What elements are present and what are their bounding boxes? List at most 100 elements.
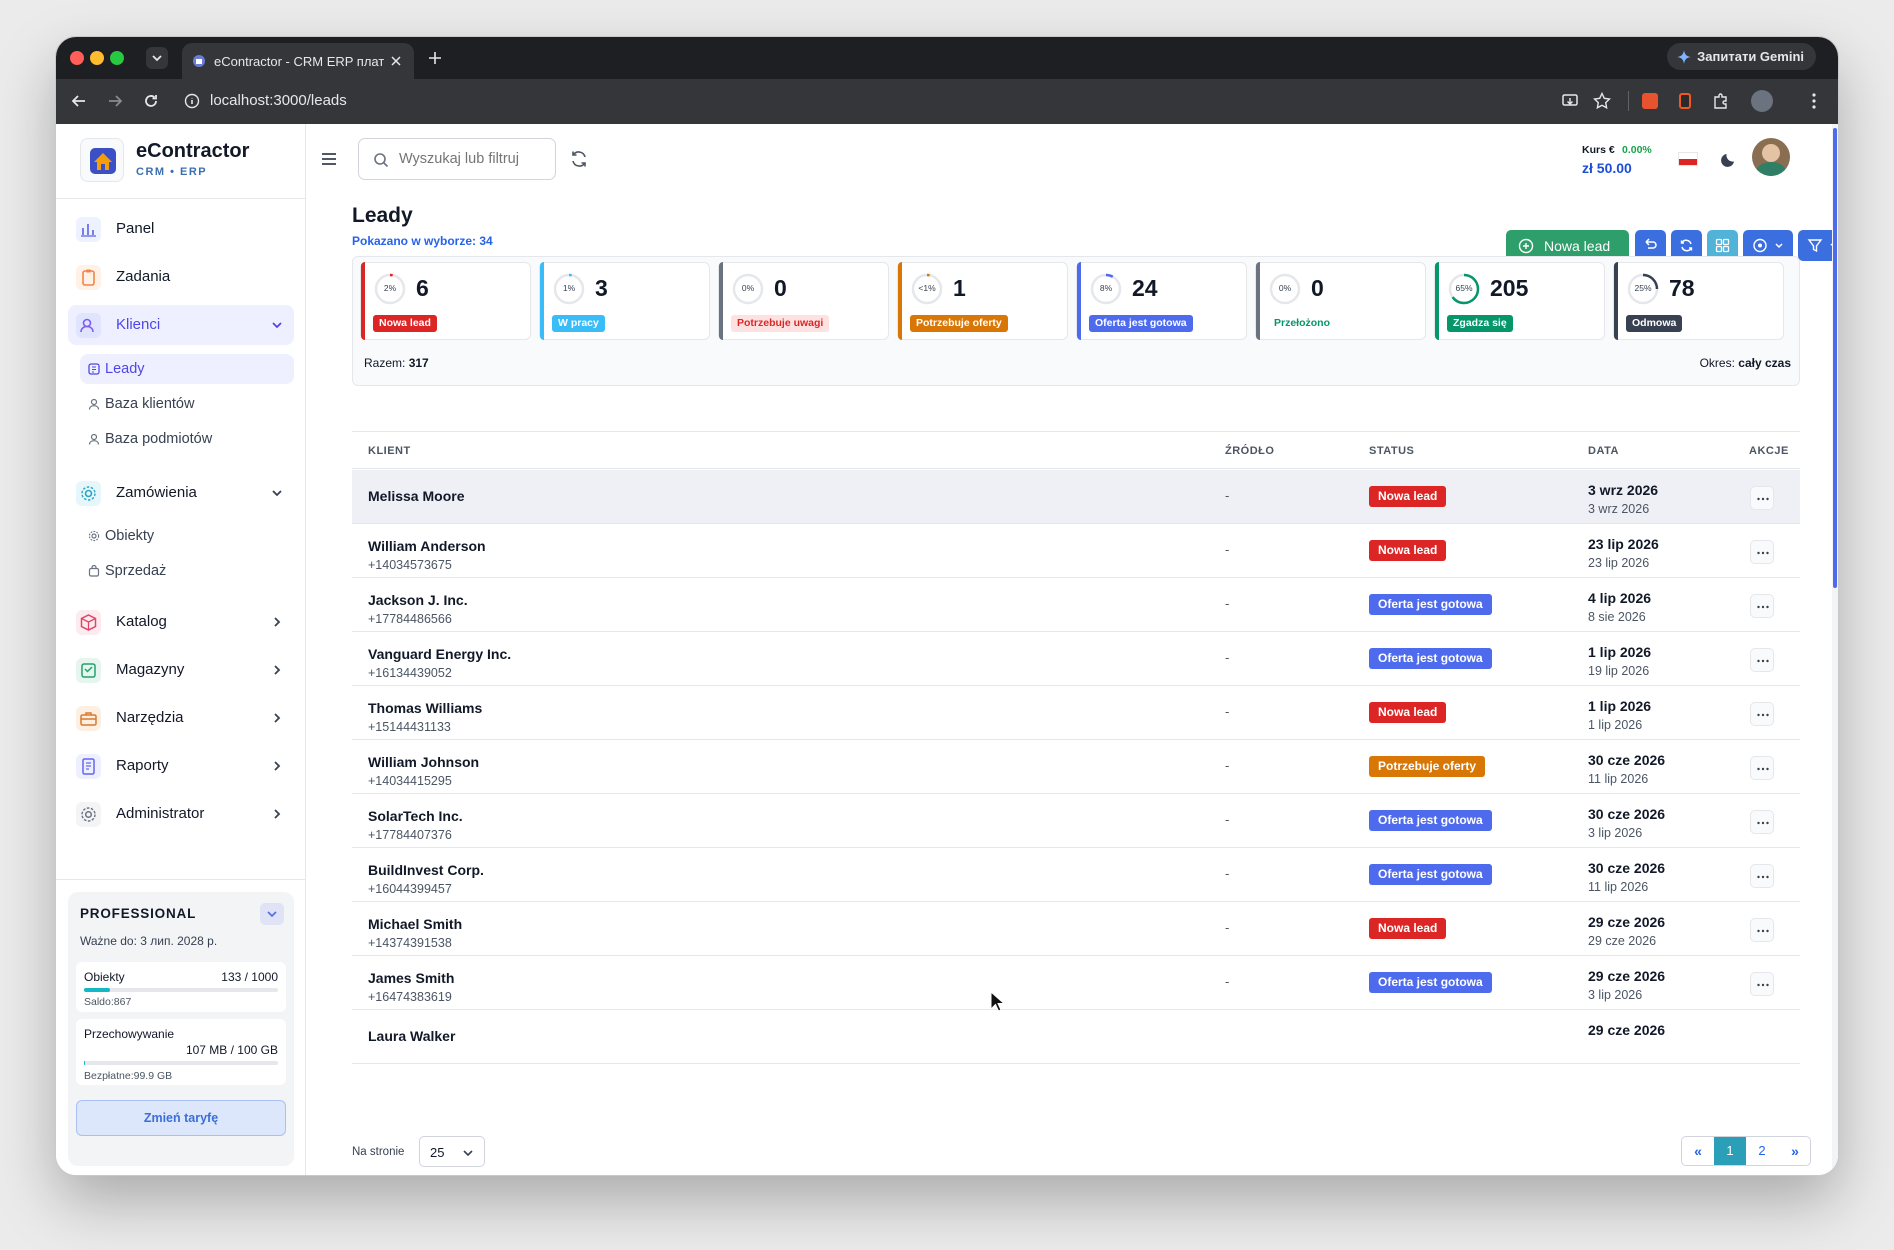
dark-mode-moon-icon[interactable]: [1720, 150, 1738, 168]
hamburger-menu-icon[interactable]: [320, 150, 338, 168]
row-actions-button[interactable]: [1750, 594, 1774, 618]
stat-percent: 8%: [1099, 283, 1113, 293]
minimize-window-button[interactable]: [90, 51, 104, 65]
row-actions-button[interactable]: [1750, 972, 1774, 996]
per-page-label: Na stronie: [352, 1146, 405, 1158]
client-name[interactable]: William Anderson: [368, 538, 486, 554]
site-info-icon[interactable]: [184, 93, 200, 109]
table-row[interactable]: Vanguard Energy Inc. +16134439052 - Oferta …: [352, 632, 1800, 686]
search-box[interactable]: [358, 138, 556, 180]
client-name[interactable]: SolarTech Inc.: [368, 808, 463, 824]
page-button-2[interactable]: 2: [1746, 1137, 1778, 1165]
maximize-window-button[interactable]: [110, 51, 124, 65]
sidebar-item-narzedzia[interactable]: Narzędzia: [68, 698, 294, 738]
browser-tab-bar: eContractor - CRM ERP платф Запитати Gem…: [56, 37, 1838, 79]
sidebar-subitem-obiekty[interactable]: Obiekty: [80, 521, 294, 551]
extension-orange-icon[interactable]: [1642, 93, 1658, 109]
reload-icon[interactable]: [142, 92, 160, 110]
stat-card[interactable]: 8% 24 Oferta jest gotowa: [1076, 262, 1247, 340]
back-icon[interactable]: [70, 92, 88, 110]
client-name[interactable]: Thomas Williams: [368, 700, 482, 716]
scrollbar[interactable]: [1832, 124, 1838, 1175]
sidebar-item-panel[interactable]: Panel: [68, 209, 294, 249]
brand[interactable]: eContractor CRM • ERP: [80, 138, 290, 184]
table-row[interactable]: Michael Smith +14374391538 - Nowa lead 29 cz…: [352, 902, 1800, 956]
currency-rate: Kurs € 0.00% zł 50.00: [1582, 144, 1662, 180]
row-actions-button[interactable]: [1750, 648, 1774, 672]
forward-icon[interactable]: [106, 92, 124, 110]
stat-card[interactable]: <1% 1 Potrzebuje oferty: [897, 262, 1068, 340]
gemini-button[interactable]: Запитати Gemini: [1667, 43, 1816, 70]
browser-tab[interactable]: eContractor - CRM ERP платф: [182, 43, 414, 79]
change-plan-button[interactable]: Zmień taryfę: [76, 1100, 286, 1136]
row-actions-button[interactable]: [1750, 486, 1774, 510]
install-app-icon[interactable]: [1561, 92, 1579, 110]
sidebar-subitem-sprzedaz[interactable]: Sprzedaż: [80, 556, 294, 586]
row-actions-button[interactable]: [1750, 540, 1774, 564]
table-row[interactable]: BuildInvest Corp. +16044399457 - Oferta jes…: [352, 848, 1800, 902]
refresh-icon[interactable]: [568, 148, 590, 170]
sidebar-subitem-baza-klientow[interactable]: Baza klientów: [80, 389, 294, 419]
sidebar-item-katalog[interactable]: Katalog: [68, 602, 294, 642]
stat-card[interactable]: 0% 0 Przełożono: [1255, 262, 1426, 340]
client-name[interactable]: Melissa Moore: [368, 488, 464, 504]
table-row[interactable]: SolarTech Inc. +17784407376 - Oferta jest g…: [352, 794, 1800, 848]
page-button-1[interactable]: 1: [1714, 1137, 1746, 1165]
extensions-puzzle-icon[interactable]: [1712, 92, 1730, 110]
table-row[interactable]: James Smith +16474383619 - Oferta jest goto…: [352, 956, 1800, 1010]
kebab-menu-icon[interactable]: [1812, 93, 1816, 109]
user-avatar[interactable]: [1752, 138, 1790, 176]
table-row[interactable]: William Anderson +14034573675 - Nowa lead 23…: [352, 524, 1800, 578]
sidebar-item-zadania[interactable]: Zadania: [68, 257, 294, 297]
row-actions-button[interactable]: [1750, 864, 1774, 888]
row-actions-button[interactable]: [1750, 756, 1774, 780]
row-actions-button[interactable]: [1750, 810, 1774, 834]
row-actions-button[interactable]: [1750, 918, 1774, 942]
column-header-zrodlo[interactable]: ŹRÓDŁO: [1225, 445, 1274, 457]
column-header-klient[interactable]: KLIENT: [368, 445, 411, 457]
figma-extension-icon[interactable]: [1679, 93, 1691, 109]
column-header-status[interactable]: STATUS: [1369, 445, 1414, 457]
bookmark-star-icon[interactable]: [1593, 92, 1611, 110]
page-next-button[interactable]: »: [1778, 1137, 1810, 1165]
stat-card[interactable]: 25% 78 Odmowa: [1613, 262, 1784, 340]
row-actions-button[interactable]: [1750, 702, 1774, 726]
stat-card[interactable]: 2% 6 Nowa lead: [360, 262, 531, 340]
column-header-data[interactable]: DATA: [1588, 445, 1619, 457]
stat-card[interactable]: 65% 205 Zgadza się: [1434, 262, 1605, 340]
search-input[interactable]: [399, 149, 549, 169]
table-row[interactable]: Thomas Williams +15144431133 - Nowa lead 1 l…: [352, 686, 1800, 740]
sidebar-item-zamowienia[interactable]: Zamówienia: [68, 473, 294, 513]
per-page-select[interactable]: 25: [419, 1136, 485, 1167]
table-row[interactable]: William Johnson +14034415295 - Potrzebuje o…: [352, 740, 1800, 794]
stat-card[interactable]: 1% 3 W pracy: [539, 262, 710, 340]
client-name[interactable]: Jackson J. Inc.: [368, 592, 468, 608]
scrollbar-thumb[interactable]: [1833, 128, 1837, 588]
page-prev-button[interactable]: «: [1682, 1137, 1714, 1165]
profile-avatar[interactable]: [1751, 90, 1773, 112]
language-flag-pl[interactable]: [1678, 152, 1698, 166]
sidebar-item-klienci[interactable]: Klienci: [68, 305, 294, 345]
logo-icon: [80, 138, 124, 182]
client-name[interactable]: James Smith: [368, 970, 454, 986]
tab-search-button[interactable]: [146, 47, 168, 69]
stat-card[interactable]: 0% 0 Potrzebuje uwagi: [718, 262, 889, 340]
sidebar-subitem-baza-podmiotow[interactable]: Baza podmiotów: [80, 424, 294, 454]
client-name[interactable]: Vanguard Energy Inc.: [368, 646, 511, 662]
client-name[interactable]: Laura Walker: [368, 1028, 455, 1044]
close-window-button[interactable]: [70, 51, 84, 65]
sidebar-item-raporty[interactable]: Raporty: [68, 746, 294, 786]
close-tab-icon[interactable]: [390, 55, 402, 67]
sidebar-subitem-leady[interactable]: Leady: [80, 354, 294, 384]
table-row[interactable]: Laura Walker 29 cze 2026: [352, 1010, 1800, 1064]
new-tab-icon[interactable]: [428, 51, 442, 65]
table-row[interactable]: Melissa Moore - Nowa lead 3 wrz 2026 3 wrz 2…: [352, 470, 1800, 524]
plan-collapse-button[interactable]: [260, 903, 284, 925]
client-name[interactable]: William Johnson: [368, 754, 479, 770]
sidebar-item-administrator[interactable]: Administrator: [68, 794, 294, 834]
table-row[interactable]: Jackson J. Inc. +17784486566 - Oferta jest …: [352, 578, 1800, 632]
client-name[interactable]: BuildInvest Corp.: [368, 862, 484, 878]
address-bar[interactable]: localhost:3000/leads: [174, 85, 1574, 117]
client-name[interactable]: Michael Smith: [368, 916, 462, 932]
sidebar-item-magazyny[interactable]: Magazyny: [68, 650, 294, 690]
